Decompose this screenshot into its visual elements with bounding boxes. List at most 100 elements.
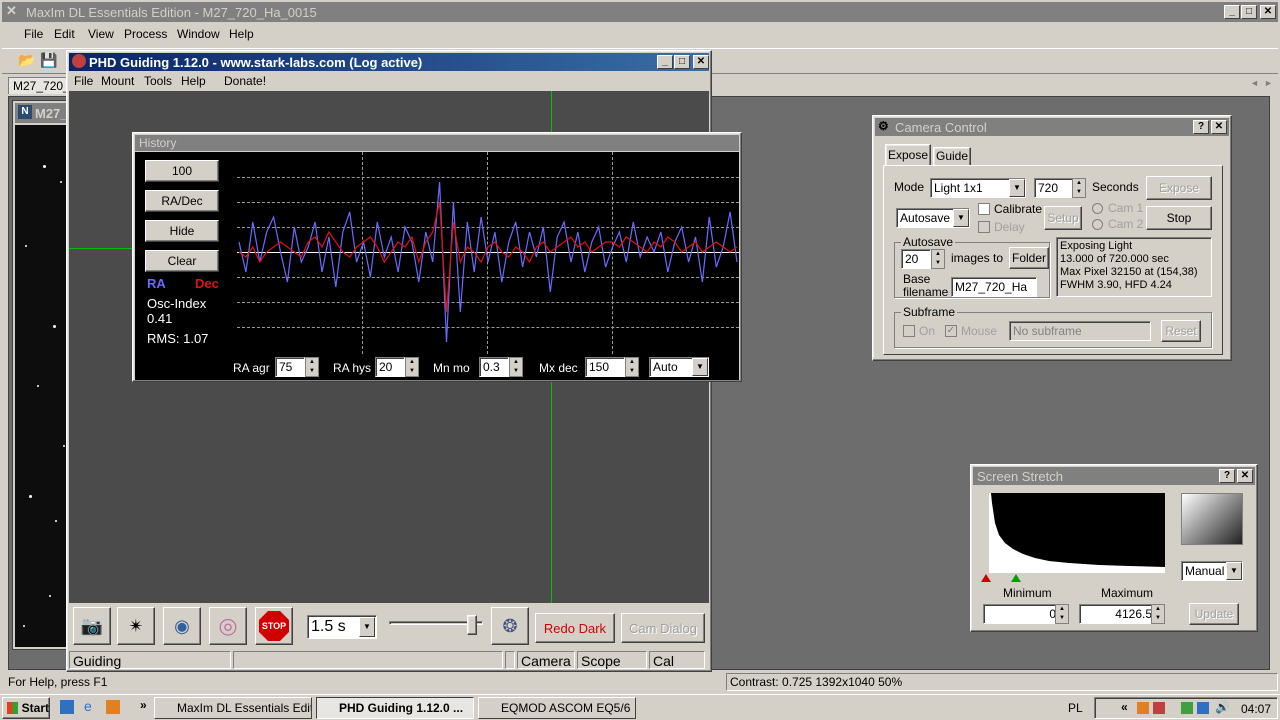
menu-window[interactable]: Window — [177, 25, 220, 43]
seconds-input[interactable]: 720 — [1034, 178, 1074, 198]
ra-hys-spinner[interactable]: ▲ ▼ — [405, 357, 419, 377]
camera-help-icon[interactable]: ? — [1193, 120, 1209, 134]
tab-expose[interactable]: Expose — [885, 144, 931, 166]
autosave-count-input[interactable]: 20 — [901, 249, 931, 269]
tray-app-icon-3[interactable] — [1181, 702, 1193, 714]
task-maxim[interactable]: MaxIm DL Essentials Editi... — [154, 697, 312, 719]
loop-exposure-button[interactable]: 📷 — [73, 607, 111, 645]
network-icon[interactable] — [1197, 702, 1209, 714]
menu-help[interactable]: Help — [229, 25, 254, 43]
menu-file[interactable]: File — [24, 25, 43, 43]
phd-menu-tools[interactable]: Tools — [144, 72, 172, 90]
tray-app-icon-1[interactable] — [1137, 702, 1149, 714]
phd-menu-file[interactable]: File — [74, 72, 93, 90]
tab-scroll-right-icon[interactable]: ► — [1264, 78, 1273, 88]
phd-maximize-icon[interactable]: □ — [674, 55, 690, 69]
max-marker-icon[interactable] — [1011, 574, 1021, 582]
open-folder-icon[interactable]: 📂 — [18, 52, 35, 69]
show-desktop-icon[interactable] — [60, 700, 74, 714]
exposure-dropdown-icon[interactable]: ▼ — [359, 617, 375, 637]
history-clear-button[interactable]: Clear — [145, 250, 219, 272]
brain-button[interactable]: ❂ — [491, 607, 529, 645]
phd-minimize-icon[interactable]: _ — [657, 55, 673, 69]
mn-mo-spinner[interactable]: ▲ ▼ — [509, 357, 523, 377]
history-radec-button[interactable]: RA/Dec — [145, 190, 219, 212]
language-indicator[interactable]: PL — [1068, 701, 1083, 715]
tab-scroll-left-icon[interactable]: ◄ — [1250, 78, 1259, 88]
ra-agr-spinner[interactable]: ▲ ▼ — [305, 357, 319, 377]
tray-expand-icon[interactable]: « — [1121, 700, 1128, 714]
stop-exposure-button[interactable]: Stop — [1146, 206, 1212, 230]
subframe-field[interactable]: No subframe — [1009, 321, 1151, 341]
ra-agr-input[interactable]: 75 — [275, 357, 305, 377]
maximize-icon[interactable]: □ — [1241, 5, 1257, 19]
camera-close-icon[interactable]: ✕ — [1211, 120, 1227, 134]
history-hide-button[interactable]: Hide — [145, 220, 219, 242]
maximum-input[interactable]: 4126.5 — [1079, 604, 1159, 624]
mn-mo-input[interactable]: 0.3 — [479, 357, 509, 377]
phd-close-icon[interactable]: ✕ — [693, 55, 709, 69]
autosave-count-spinner[interactable]: ▲ ▼ — [931, 249, 945, 269]
mx-dec-spinner[interactable]: ▲ ▼ — [625, 357, 639, 377]
minimum-spinner[interactable]: ▲ ▼ — [1055, 604, 1069, 624]
mode-dropdown-icon[interactable]: ▼ — [1009, 179, 1025, 197]
mx-dec-input[interactable]: 150 — [585, 357, 625, 377]
histogram[interactable] — [989, 493, 1165, 573]
min-marker-icon[interactable] — [981, 574, 991, 582]
minimize-icon[interactable]: _ — [1224, 5, 1240, 19]
volume-icon[interactable]: 🔊 — [1215, 700, 1230, 714]
clock[interactable]: 04:07 — [1241, 702, 1271, 716]
close-icon[interactable]: ✕ — [1260, 5, 1276, 19]
phd-menu-mount[interactable]: Mount — [101, 72, 134, 90]
menu-view[interactable]: View — [88, 25, 114, 43]
minimum-input[interactable]: 0 — [983, 604, 1063, 624]
star-field-image[interactable] — [15, 125, 71, 647]
stretch-help-icon[interactable]: ? — [1219, 469, 1235, 483]
expose-button[interactable]: Expose — [1146, 176, 1212, 200]
folder-button[interactable]: Folder — [1009, 247, 1049, 269]
doc-tab[interactable]: M27_720_ — [8, 77, 70, 94]
seconds-spinner[interactable]: ▲ ▼ — [1072, 178, 1086, 198]
cam2-radio[interactable] — [1092, 219, 1103, 230]
cam1-radio[interactable] — [1092, 203, 1103, 214]
phd-toolbar: 📷 ✴ ◉ ◎ STOP 1.5 s ▼ ❂ Redo Dark Cam Dia… — [69, 605, 709, 649]
subframe-mouse-checkbox[interactable]: ✓ — [945, 325, 957, 337]
connect-camera-button[interactable]: ◉ — [163, 607, 201, 645]
setup-button[interactable]: Setup — [1044, 206, 1082, 230]
phd-menu-donate[interactable]: Donate! — [224, 72, 266, 90]
dec-mode-dropdown-icon[interactable]: ▼ — [692, 358, 708, 376]
stretch-mode-dropdown-icon[interactable]: ▼ — [1226, 562, 1242, 580]
tray-app-icon-2[interactable] — [1153, 702, 1165, 714]
delay-checkbox[interactable] — [978, 221, 990, 233]
cam-dialog-button[interactable]: Cam Dialog — [621, 613, 705, 643]
phd-menu-help[interactable]: Help — [181, 72, 206, 90]
camera-icon: 📷 — [80, 615, 104, 636]
stretch-close-icon[interactable]: ✕ — [1237, 469, 1253, 483]
expose-tab-panel: Mode Light 1x1 ▼ 720 ▲ ▼ Seconds Expose A… — [883, 165, 1223, 355]
stretch-update-button[interactable]: Update — [1189, 603, 1239, 625]
menu-edit[interactable]: Edit — [54, 25, 75, 43]
connect-scope-button[interactable]: ✴ — [117, 607, 155, 645]
tab-guide[interactable]: Guide — [933, 147, 971, 166]
gamma-slider-thumb[interactable] — [467, 615, 477, 635]
menu-process[interactable]: Process — [124, 25, 167, 43]
quicklaunch-more-icon[interactable]: » — [140, 698, 147, 712]
ra-hys-input[interactable]: 20 — [375, 357, 405, 377]
save-icon[interactable]: 💾 — [40, 52, 57, 69]
base-filename-input[interactable]: M27_720_Ha — [951, 277, 1037, 297]
maximum-label: Maximum — [1101, 586, 1154, 600]
subframe-reset-button[interactable]: Reset — [1161, 320, 1201, 342]
start-button[interactable]: Start — [2, 697, 50, 719]
stop-button[interactable]: STOP — [255, 607, 293, 645]
task-phd[interactable]: PHD Guiding 1.12.0 ... — [316, 697, 474, 719]
media-player-icon[interactable] — [106, 700, 120, 714]
task-eqmod[interactable]: EQMOD ASCOM EQ5/6 — [478, 697, 636, 719]
subframe-on-checkbox[interactable] — [903, 325, 915, 337]
calibrate-checkbox[interactable] — [978, 203, 990, 215]
history-scale-button[interactable]: 100 — [145, 160, 219, 182]
guide-button[interactable]: ◎ — [209, 607, 247, 645]
maximum-spinner[interactable]: ▲ ▼ — [1151, 604, 1165, 624]
ie-icon[interactable]: e — [84, 698, 92, 714]
autosave-dropdown-icon[interactable]: ▼ — [953, 209, 969, 227]
redo-dark-button[interactable]: Redo Dark — [535, 613, 615, 643]
